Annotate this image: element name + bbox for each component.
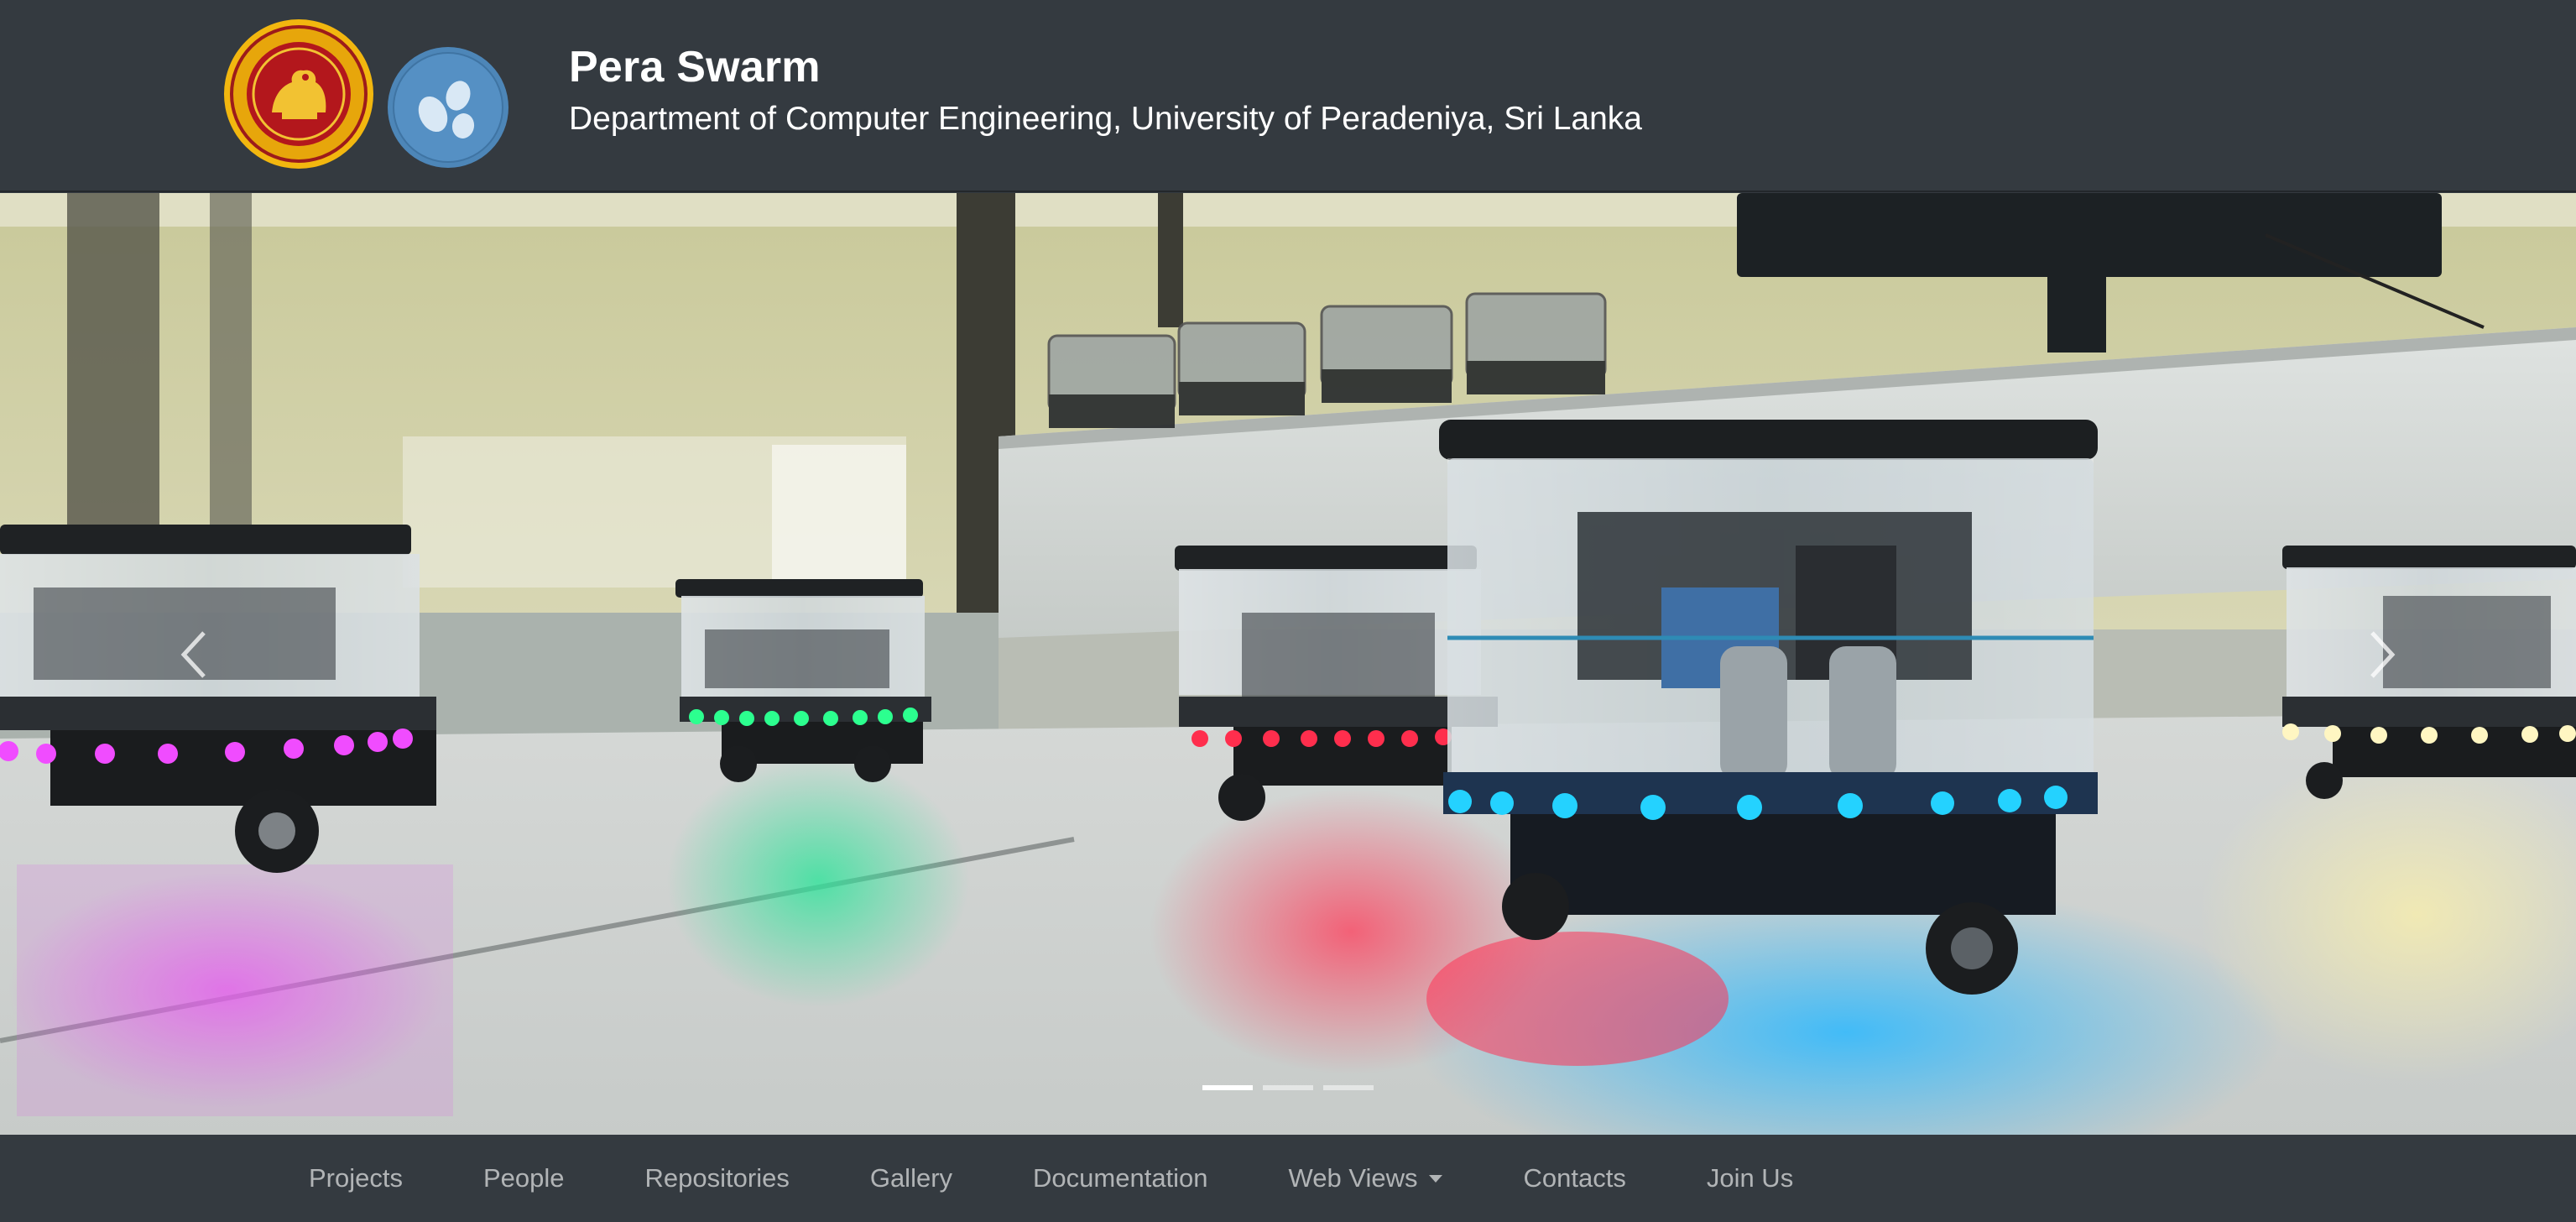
caret-down-icon xyxy=(1429,1174,1443,1183)
carousel-indicators xyxy=(0,1085,2576,1095)
nav-documentation[interactable]: Documentation xyxy=(993,1163,1249,1193)
nav-label: Repositories xyxy=(644,1163,790,1193)
nav-join-us[interactable]: Join Us xyxy=(1666,1163,1833,1193)
nav-projects[interactable]: Projects xyxy=(269,1163,443,1193)
site-subtitle: Department of Computer Engineering, Univ… xyxy=(569,101,1642,137)
chevron-left-icon xyxy=(180,631,206,678)
carousel-indicator-2[interactable] xyxy=(1263,1085,1313,1090)
nav-label: Contacts xyxy=(1523,1163,1626,1193)
main-navbar: Projects People Repositories Gallery Doc… xyxy=(0,1135,2576,1222)
robot-blue xyxy=(1439,420,2098,995)
nav-label: Documentation xyxy=(1033,1163,1208,1193)
hero-carousel[interactable] xyxy=(0,193,2576,1135)
university-crest-logo[interactable] xyxy=(223,18,374,170)
nav-gallery[interactable]: Gallery xyxy=(830,1163,993,1193)
carousel-prev-button[interactable] xyxy=(159,621,227,688)
site-header: Pera Swarm Department of Computer Engine… xyxy=(0,0,2576,192)
nav-label: Gallery xyxy=(869,1163,953,1193)
nav-label: Web Views xyxy=(1288,1163,1418,1193)
nav-people[interactable]: People xyxy=(443,1163,605,1193)
carousel-indicator-3[interactable] xyxy=(1323,1085,1374,1090)
chevron-right-icon xyxy=(2370,631,2396,678)
carousel-indicator-1[interactable] xyxy=(1202,1085,1253,1090)
nav-label: Join Us xyxy=(1706,1163,1794,1193)
nav-label: Projects xyxy=(309,1163,403,1193)
nav-repositories[interactable]: Repositories xyxy=(605,1163,830,1193)
nav-label: People xyxy=(482,1163,565,1193)
nav-contacts[interactable]: Contacts xyxy=(1483,1163,1666,1193)
site-title[interactable]: Pera Swarm xyxy=(569,42,821,92)
carousel-next-button[interactable] xyxy=(2349,621,2417,688)
pera-swarm-logo[interactable] xyxy=(386,45,510,170)
carousel-slide-image xyxy=(0,193,2576,1135)
nav-web-views-dropdown[interactable]: Web Views xyxy=(1249,1163,1484,1193)
